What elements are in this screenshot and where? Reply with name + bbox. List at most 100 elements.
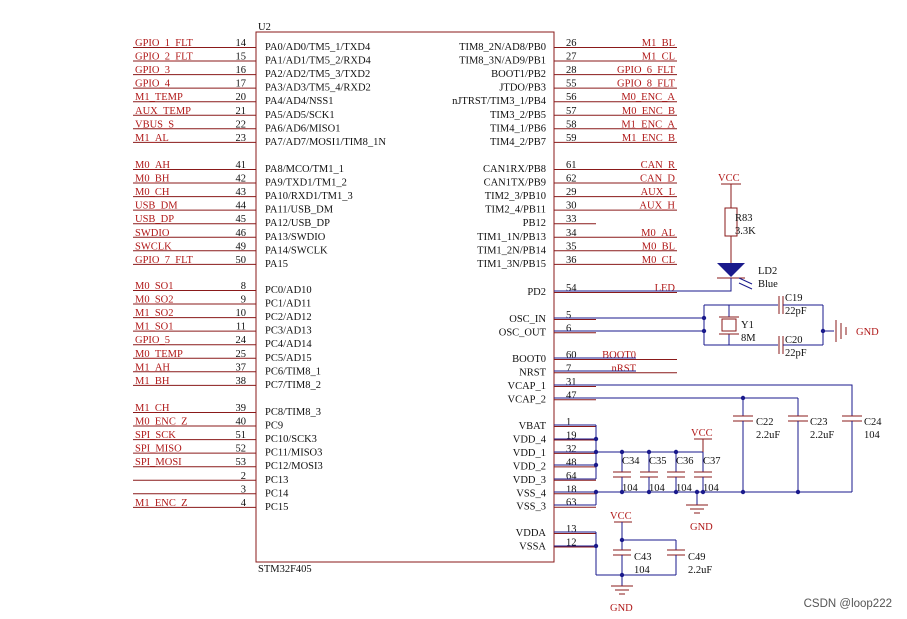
- pin-name: PB12: [523, 218, 546, 229]
- pin-number: 12: [566, 538, 577, 549]
- pin-number: 55: [566, 79, 577, 90]
- pin-net-label: M0_CH: [135, 187, 170, 198]
- pin-net-label: SPI_MOSI: [135, 457, 182, 468]
- pin-name: VSS_4: [516, 488, 547, 499]
- pin-number: 6: [566, 323, 571, 334]
- pin-number: 2: [241, 471, 246, 482]
- pin-name: PC12/MOSI3: [265, 461, 323, 472]
- pin-name: VDD_1: [513, 448, 546, 459]
- pin-name: PC1/AD11: [265, 299, 311, 310]
- pin-net-label: M0_CL: [642, 255, 675, 266]
- pin-name: PA1/AD1/TM5_2/RXD4: [265, 56, 372, 67]
- pin-net-label: AUX_TEMP: [135, 106, 191, 117]
- pin-number: 25: [236, 349, 247, 360]
- c19-value: 22pF: [785, 306, 807, 317]
- pin-net-label: M0_SO2: [135, 295, 174, 306]
- pin-net-label: SWCLK: [135, 241, 172, 252]
- c23-ref: C23: [810, 417, 828, 428]
- pin-net-label: USB_DP: [135, 214, 174, 225]
- gnd-label-vdda: GND: [610, 603, 633, 614]
- pin-net-label: SPI_SCK: [135, 430, 176, 441]
- pin-number: 17: [236, 79, 247, 90]
- pin-number: 36: [566, 255, 577, 266]
- pin-name: PC15: [265, 502, 288, 513]
- c22-ref: C22: [756, 417, 774, 428]
- pin-name: PC5/AD15: [265, 353, 312, 364]
- pin-number: 59: [566, 133, 577, 144]
- pin-name: VDDA: [516, 528, 547, 539]
- r83-value: 3.3K: [735, 226, 756, 237]
- pin-name: VSSA: [519, 542, 546, 553]
- r83-ref: R83: [735, 213, 753, 224]
- pin-name: OSC_OUT: [499, 327, 547, 338]
- pin-net-label: nRST: [611, 363, 636, 374]
- pin-net-label: BOOT0: [602, 350, 636, 361]
- right-pin-row: TIM1_3N/PB15 36 M0_CL: [477, 255, 677, 270]
- pin-number: 60: [566, 350, 577, 361]
- pin-number: 3: [241, 484, 246, 495]
- pin-name: CAN1TX/PB9: [484, 178, 546, 189]
- pin-net-label: M1_ENC_Z: [135, 498, 188, 509]
- vcc-label-vdda: VCC: [610, 511, 632, 522]
- pin-name: PC7/TIM8_2: [265, 380, 321, 391]
- pin-net-label: GPIO_6_FLT: [617, 65, 676, 76]
- pin-name: TIM1_1N/PB13: [477, 232, 546, 243]
- pin-number: 8: [241, 281, 246, 292]
- pin-net-label: M1_AH: [135, 362, 170, 373]
- pin-net-label: GPIO_4: [135, 79, 171, 90]
- pin-net-label: M1_ENC_B: [622, 133, 675, 144]
- pin-net-label: GPIO_7_FLT: [135, 255, 194, 266]
- pin-name: PA15: [265, 259, 288, 270]
- pin-name: PA10/RXD1/TM1_3: [265, 191, 353, 202]
- pin-number: 32: [566, 444, 577, 455]
- pin-name: PA13/SWDIO: [265, 232, 326, 243]
- vdd-decoupling: VCC C34 C35 C36 C37 104 104 104 104 GND: [554, 424, 852, 533]
- pin-number: 1: [566, 417, 571, 428]
- left-pin-group: GPIO_1_FLT 14 PA0/AD0/TM5_1/TXD4 GPIO_2_FLT…: [133, 38, 386, 513]
- pin-name: NRST: [519, 367, 546, 378]
- c49-ref: C49: [688, 552, 706, 563]
- pin-number: 34: [566, 228, 577, 239]
- pin-number: 57: [566, 106, 577, 117]
- y1-ref: Y1: [741, 320, 754, 331]
- chip-part: STM32F405: [258, 564, 312, 575]
- right-pin-row: TIM4_2/PB7 59 M1_ENC_B: [490, 133, 677, 148]
- c35-ref: C35: [649, 456, 667, 467]
- pin-name: BOOT1/PB2: [491, 69, 546, 80]
- pin-number: 5: [566, 310, 571, 321]
- pin-number: 26: [566, 38, 577, 49]
- pin-name: VDD_4: [513, 434, 547, 445]
- pin-name: PA0/AD0/TM5_1/TXD4: [265, 42, 371, 53]
- pin-name: PA6/AD6/MISO1: [265, 123, 340, 134]
- left-pin-row: GPIO_7_FLT 50 PA15: [133, 255, 288, 270]
- pin-number: 56: [566, 92, 577, 103]
- watermark: CSDN @loop222: [804, 598, 892, 610]
- pin-number: 16: [236, 65, 247, 76]
- pin-number: 14: [236, 38, 247, 49]
- pin-number: 41: [236, 160, 247, 171]
- pin-name: PA8/MCO/TM1_1: [265, 164, 344, 175]
- pin-number: 31: [566, 377, 577, 388]
- pin-name: PC10/SCK3: [265, 434, 317, 445]
- vdda-circuit: VCC C43 104 C49 2.2uF GND: [554, 511, 712, 614]
- pin-number: 43: [236, 187, 247, 198]
- pin-name: PA14/SWCLK: [265, 245, 328, 256]
- pin-name: PC8/TIM8_3: [265, 407, 321, 418]
- pin-number: 22: [236, 119, 247, 130]
- pin-name: TIM4_2/PB7: [490, 137, 546, 148]
- pin-number: 35: [566, 241, 577, 252]
- pin-net-label: SWDIO: [135, 228, 170, 239]
- pin-number: 64: [566, 471, 577, 482]
- left-pin-row: M1_AL 23 PA7/AD7/MOSI1/TIM8_1N: [133, 133, 386, 148]
- pin-number: 53: [236, 457, 247, 468]
- pin-net-label: M0_ENC_Z: [135, 417, 188, 428]
- pin-number: 7: [566, 363, 571, 374]
- pin-number: 28: [566, 65, 577, 76]
- gnd-label-xtal: GND: [856, 327, 879, 338]
- pin-name: TIM4_1/PB6: [490, 123, 546, 134]
- ld2-value: Blue: [758, 279, 778, 290]
- ld2-ref: LD2: [758, 266, 777, 277]
- pin-net-label: SPI_MISO: [135, 444, 182, 455]
- pin-net-label: CAN_D: [640, 174, 675, 185]
- pin-name: PC4/AD14: [265, 339, 312, 350]
